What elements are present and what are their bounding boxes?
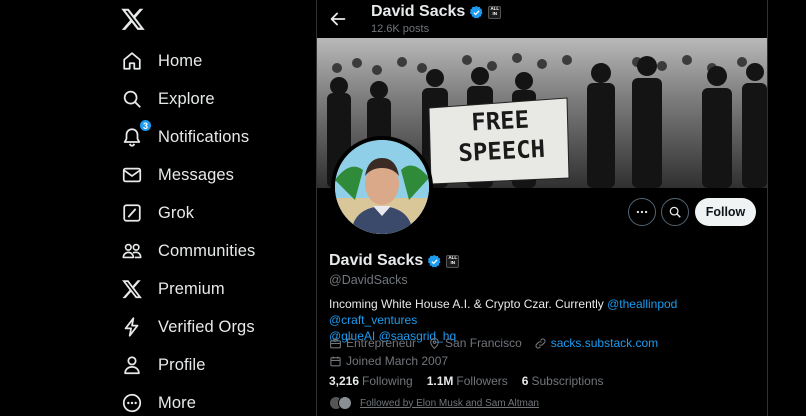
grok-icon xyxy=(120,201,144,225)
post-count: 12.6K posts xyxy=(371,23,430,35)
occupation-item: Entrepreneur xyxy=(329,335,416,351)
nav-messages[interactable]: Messages xyxy=(120,159,234,191)
nav-label: More xyxy=(158,393,196,412)
affiliation-line: IN xyxy=(450,260,456,265)
subscriptions-label: Subscriptions xyxy=(531,374,604,388)
follower-avatars xyxy=(329,396,352,410)
bell-icon: 3 xyxy=(120,119,152,149)
search-icon xyxy=(669,206,681,218)
subscriptions-stat[interactable]: 6 Subscriptions xyxy=(522,374,604,388)
verified-badge-icon xyxy=(428,254,441,267)
back-arrow-icon[interactable] xyxy=(327,8,349,30)
mini-avatar xyxy=(338,396,352,410)
mention-link[interactable]: @craft_ventures xyxy=(329,313,417,327)
nav-label: Grok xyxy=(158,203,195,222)
nav-more[interactable]: More xyxy=(120,387,196,416)
following-count: 3,216 xyxy=(329,374,360,388)
location-pin-icon xyxy=(430,337,439,349)
more-dots-icon xyxy=(636,210,648,214)
followers-label: Followers xyxy=(456,374,508,388)
nav-label: Home xyxy=(158,51,203,70)
link-icon xyxy=(535,337,546,349)
header-name-row: David Sacks ALL IN xyxy=(371,3,502,21)
nav-label: Premium xyxy=(158,279,225,298)
search-profile-button[interactable] xyxy=(661,198,689,226)
nav-explore[interactable]: Explore xyxy=(120,83,215,115)
nav-label: Explore xyxy=(158,89,215,108)
verified-badge-icon xyxy=(470,5,483,18)
sign-line: SPEECH xyxy=(457,134,546,168)
following-stat[interactable]: 3,216 Following xyxy=(329,374,413,388)
followers-count: 1.1M xyxy=(426,374,454,388)
profile-name: David Sacks xyxy=(329,252,424,269)
joined-item: Joined March 2007 xyxy=(329,353,448,369)
person-icon xyxy=(120,353,144,377)
profile-column: David Sacks ALL IN 12.6K posts FREE SPEE… xyxy=(316,0,768,416)
followers-stat[interactable]: 1.1M Followers xyxy=(427,374,508,388)
more-circle-icon xyxy=(120,391,144,415)
nav-profile[interactable]: Profile xyxy=(120,349,205,381)
occupation: Entrepreneur xyxy=(346,336,417,350)
follow-stats: 3,216 Following 1.1M Followers 6 Subscripti… xyxy=(329,374,618,388)
affiliation-badge: ALL IN xyxy=(446,254,460,268)
followed-by-text[interactable]: Followed by Elon Musk and Sam Altman xyxy=(360,398,539,409)
search-icon xyxy=(120,87,144,111)
header-name: David Sacks xyxy=(371,3,466,20)
notification-badge: 3 xyxy=(139,119,152,132)
following-label: Following xyxy=(362,374,413,388)
x-logo-icon xyxy=(120,277,144,301)
joined-date: Joined March 2007 xyxy=(346,354,449,368)
website-item[interactable]: sacks.substack.com xyxy=(534,335,658,351)
home-icon xyxy=(120,49,144,73)
profile-name-row: David Sacks ALL IN xyxy=(329,252,460,270)
sidebar: Home Explore 3 Notifications Messages Gr… xyxy=(0,0,316,416)
lightning-icon xyxy=(120,315,144,339)
profile-meta: Entrepreneur San Francisco sacks.substac… xyxy=(329,335,759,369)
affiliation-line: IN xyxy=(492,11,498,16)
briefcase-icon xyxy=(330,338,341,348)
nav-premium[interactable]: Premium xyxy=(120,273,225,305)
profile-header-bar: David Sacks ALL IN 12.6K posts xyxy=(317,0,767,38)
protest-sign-text: FREE SPEECH xyxy=(444,103,559,169)
nav-grok[interactable]: Grok xyxy=(120,197,194,229)
subscriptions-count: 6 xyxy=(521,374,529,388)
location-item: San Francisco xyxy=(428,335,522,351)
more-options-button[interactable] xyxy=(628,198,656,226)
avatar-image xyxy=(335,140,429,234)
affiliation-badge: ALL IN xyxy=(488,5,502,19)
nav-label: Notifications xyxy=(158,127,250,146)
followed-by-row[interactable]: Followed by Elon Musk and Sam Altman xyxy=(329,396,539,410)
mail-icon xyxy=(120,163,144,187)
website-link[interactable]: sacks.substack.com xyxy=(551,335,658,351)
nav-home[interactable]: Home xyxy=(120,45,202,77)
nav-label: Profile xyxy=(158,355,206,374)
profile-avatar[interactable] xyxy=(331,136,433,238)
people-icon xyxy=(120,239,144,263)
x-logo-icon[interactable] xyxy=(120,6,146,32)
nav-notifications[interactable]: 3 Notifications xyxy=(120,119,250,153)
nav-label: Messages xyxy=(158,165,235,184)
location: San Francisco xyxy=(445,336,522,350)
profile-handle: @DavidSacks xyxy=(329,273,408,287)
mention-link[interactable]: @theallinpod xyxy=(607,297,677,311)
nav-label: Communities xyxy=(158,241,256,260)
follow-button[interactable]: Follow xyxy=(695,198,756,226)
bio-text: Incoming White House A.I. & Crypto Czar.… xyxy=(329,297,608,311)
calendar-icon xyxy=(330,356,341,366)
nav-communities[interactable]: Communities xyxy=(120,235,255,267)
nav-label: Verified Orgs xyxy=(158,317,255,336)
nav-verified-orgs[interactable]: Verified Orgs xyxy=(120,311,255,343)
